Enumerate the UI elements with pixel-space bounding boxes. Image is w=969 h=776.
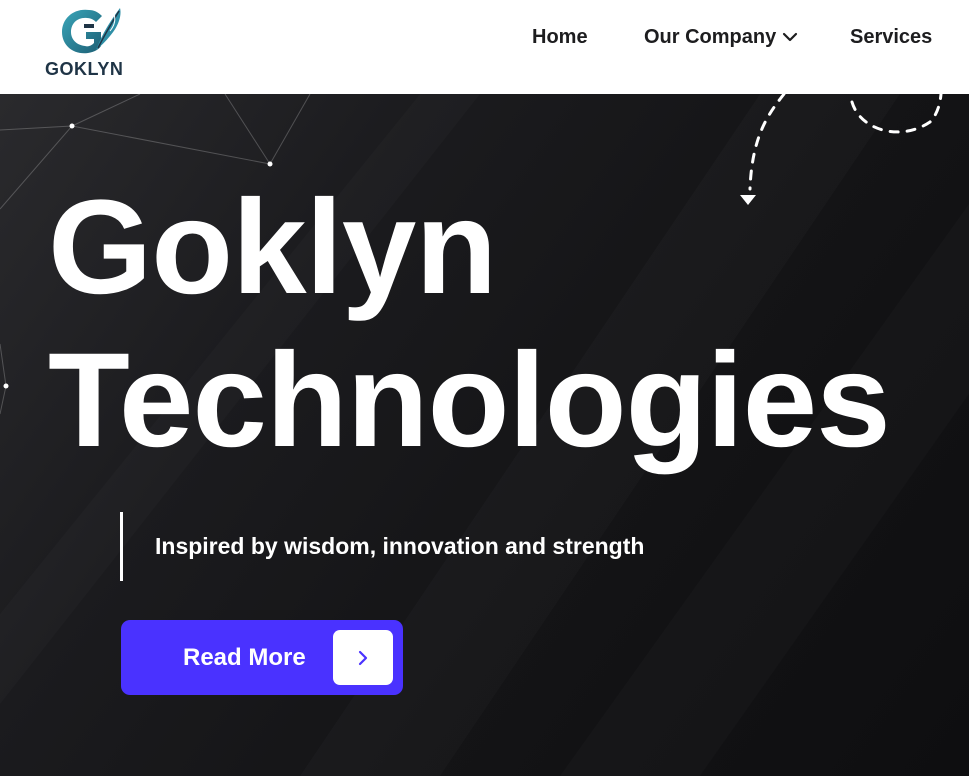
nav-services[interactable]: Services (850, 24, 932, 50)
hero-section: Goklyn Technologies Inspired by wisdom, … (0, 94, 969, 776)
site-header: GOKLYN Home Our Company Services (0, 0, 969, 94)
read-more-button[interactable]: Read More (121, 620, 403, 695)
read-more-arrow-box (333, 630, 393, 685)
goklyn-logo-icon (62, 8, 121, 54)
hero-title-line-1: Goklyn (48, 173, 497, 322)
read-more-label: Read More (183, 644, 306, 671)
chevron-right-icon (358, 650, 368, 665)
nav-home[interactable]: Home (532, 24, 588, 50)
nav-our-company[interactable]: Our Company (644, 24, 798, 50)
logo-wordmark: GOKLYN (45, 59, 124, 79)
chevron-down-icon (783, 32, 798, 42)
tagline-divider (120, 512, 123, 581)
site-logo[interactable]: GOKLYN (40, 2, 130, 80)
hero-title-line-2: Technologies (48, 326, 891, 475)
hero-tagline: Inspired by wisdom, innovation and stren… (155, 533, 645, 559)
nav-our-company-label: Our Company (644, 26, 777, 48)
